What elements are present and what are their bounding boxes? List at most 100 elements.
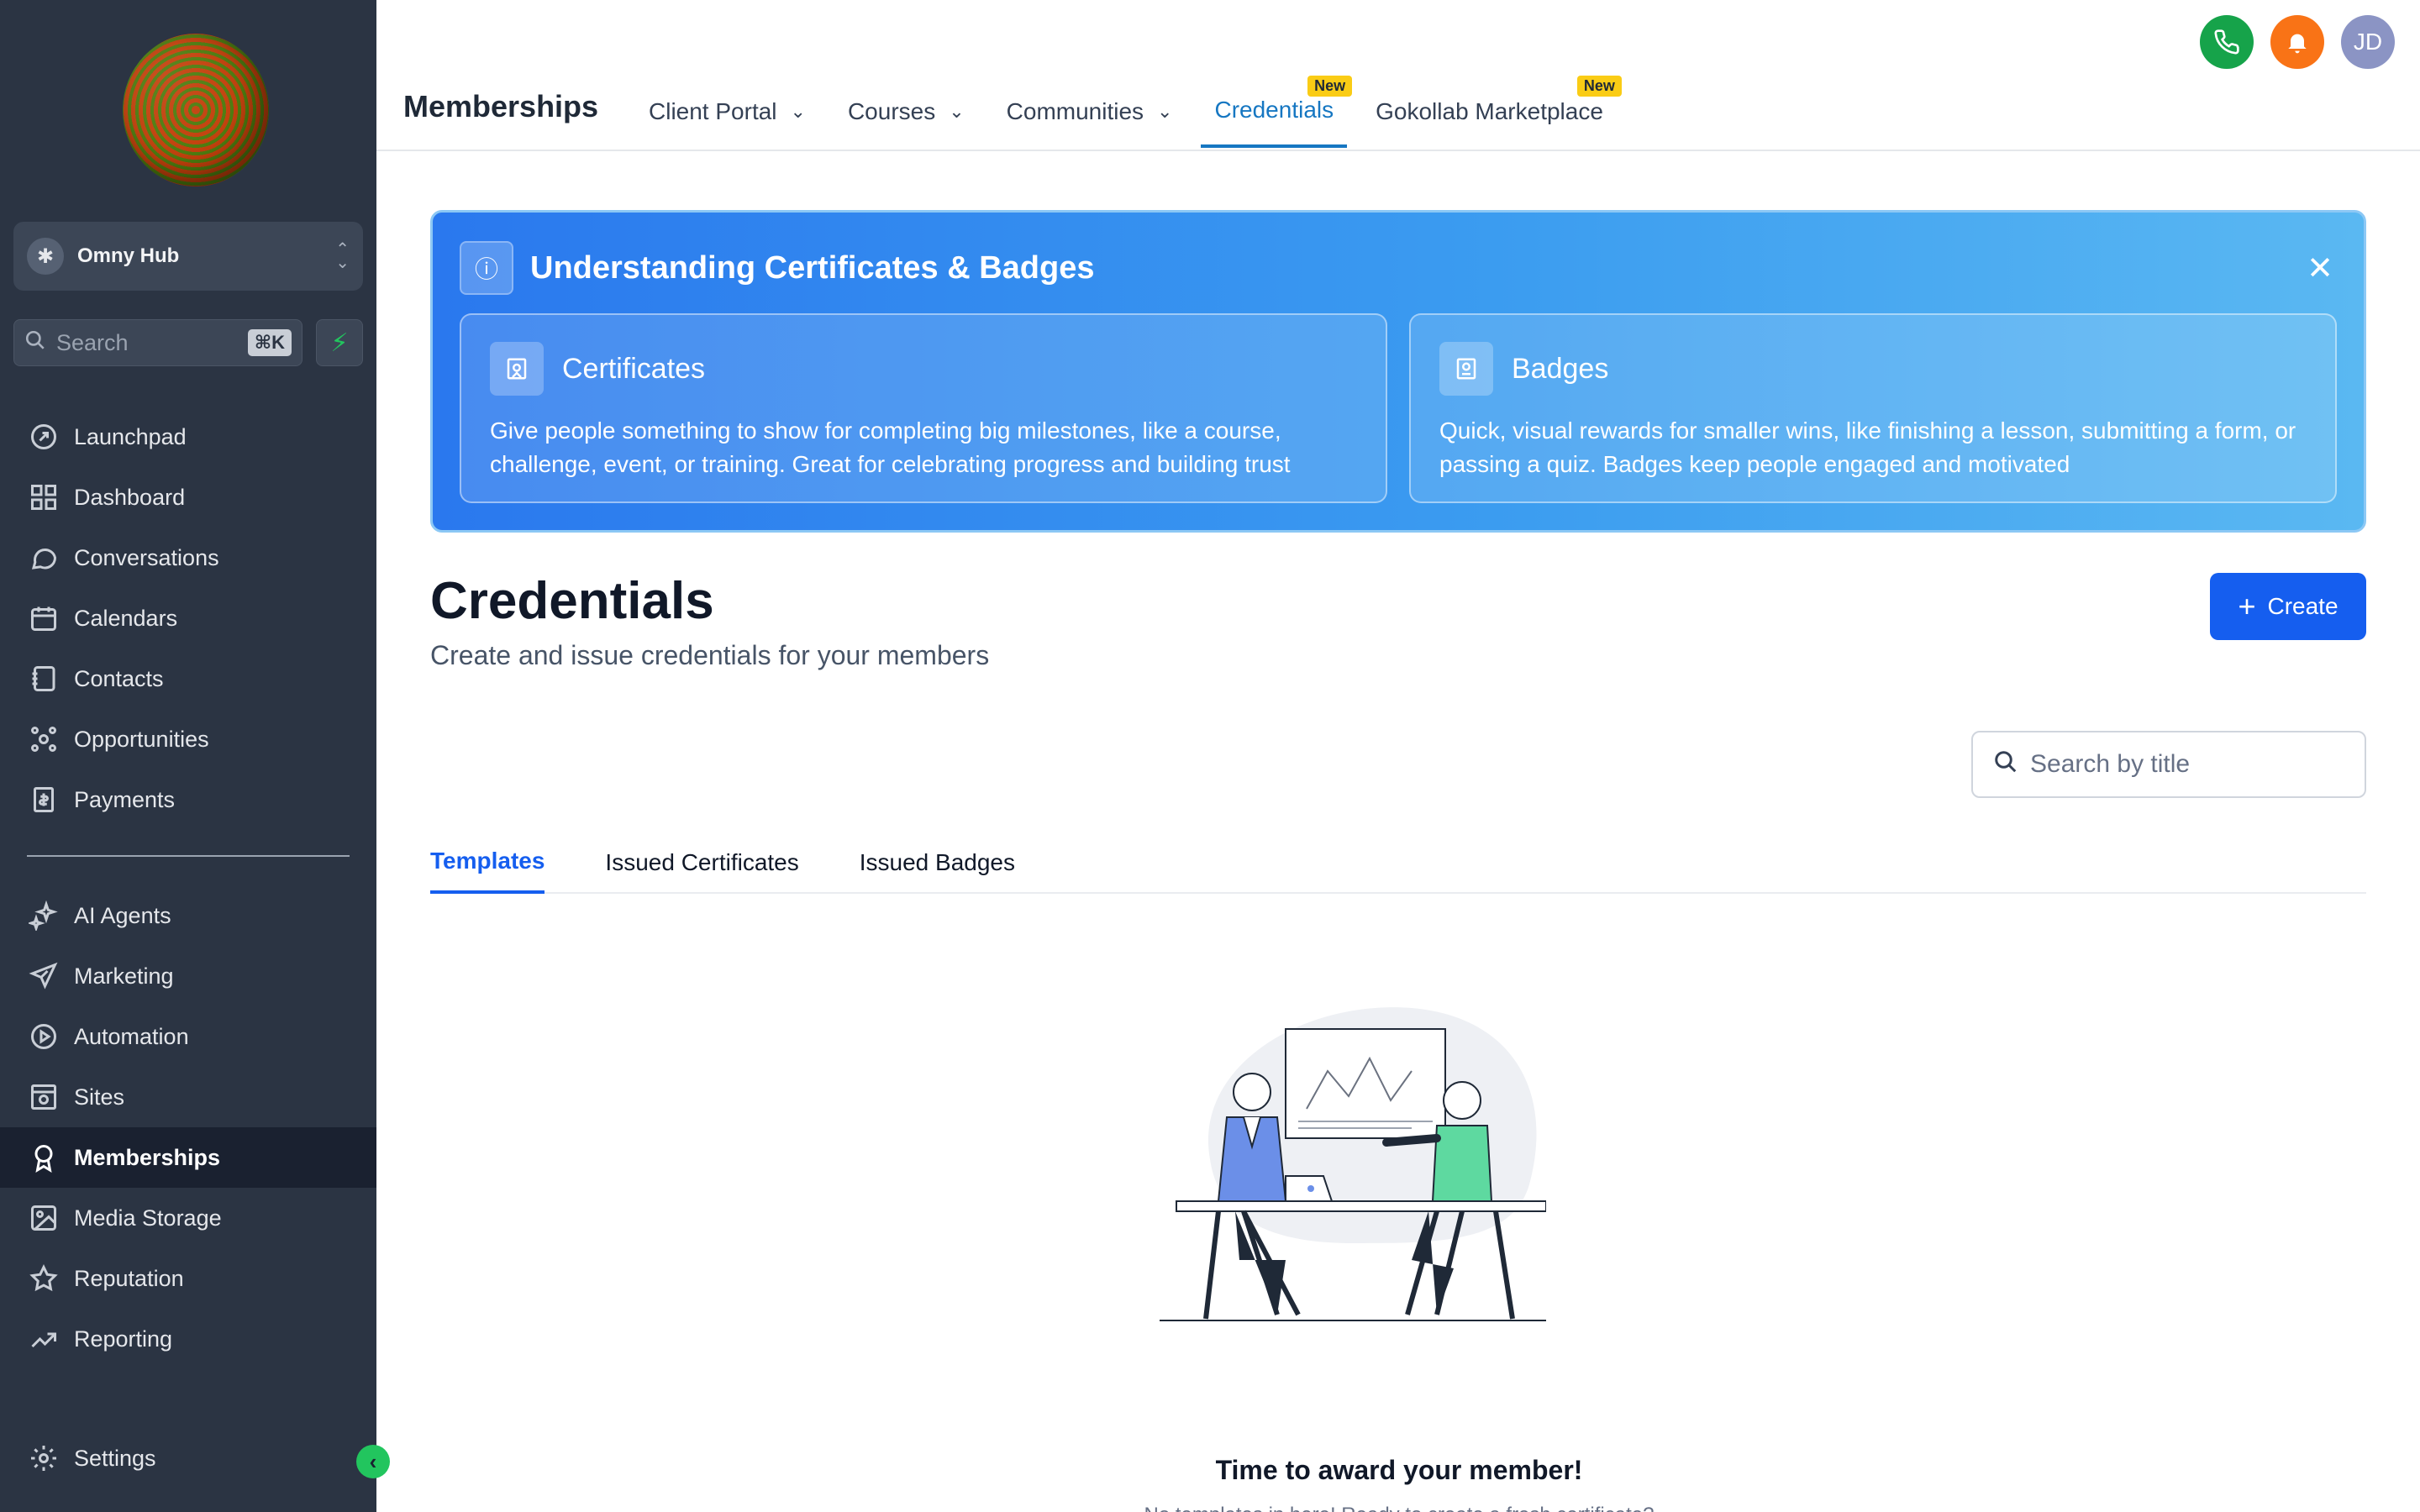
search-by-title-input[interactable]: Search by title	[1971, 731, 2366, 798]
sidebar-item-label: Opportunities	[74, 726, 209, 752]
chevron-down-icon: ⌄	[790, 101, 806, 122]
sidebar-item-label: Payments	[74, 786, 176, 812]
sidebar-settings-section: Settings	[0, 1428, 376, 1488]
tab-gokollab-marketplace[interactable]: Gokollab Marketplace New	[1362, 76, 1622, 148]
sidebar-nav-primary: Launchpad Dashboard Conversations Calend…	[0, 407, 376, 830]
tab-issued-badges[interactable]: Issued Badges	[860, 832, 1015, 894]
plus-icon: +	[2238, 589, 2256, 623]
sidebar-item-ai-agents[interactable]: AI Agents	[0, 885, 376, 946]
sites-icon	[27, 1080, 60, 1114]
chat-icon	[27, 541, 60, 575]
top-bar: Memberships Client Portal ⌄ Courses ⌄ Co…	[376, 0, 2420, 151]
calendar-icon	[27, 601, 60, 635]
chevron-left-icon: ‹	[369, 1448, 377, 1474]
tab-templates[interactable]: Templates	[430, 832, 545, 894]
new-badge: New	[1307, 76, 1353, 97]
tab-label: Courses	[847, 98, 936, 124]
sidebar-item-label: Media Storage	[74, 1205, 222, 1231]
tab-label: Credentials	[1214, 97, 1334, 123]
card-title: Badges	[1512, 352, 1609, 385]
trend-icon	[27, 1322, 60, 1356]
tab-issued-certificates[interactable]: Issued Certificates	[605, 832, 798, 894]
payments-icon	[27, 783, 60, 816]
tab-client-portal[interactable]: Client Portal ⌄	[635, 76, 819, 148]
card-description: Give people something to show for comple…	[490, 417, 1291, 477]
card-description: Quick, visual rewards for smaller wins, …	[1439, 417, 2296, 477]
sidebar-item-opportunities[interactable]: Opportunities	[0, 709, 376, 769]
launchpad-icon	[27, 420, 60, 454]
dashboard-icon	[27, 480, 60, 514]
sidebar-item-sites[interactable]: Sites	[0, 1067, 376, 1127]
sidebar-collapse-button[interactable]: ‹	[356, 1445, 390, 1478]
quick-actions-button[interactable]: ⚡	[316, 319, 363, 366]
brand-logo[interactable]	[123, 34, 269, 186]
star-icon	[27, 1262, 60, 1295]
sidebar-item-label: Settings	[74, 1445, 156, 1471]
account-avatar-icon: ✱	[27, 238, 64, 275]
sidebar-item-label: Calendars	[74, 605, 178, 631]
info-icon: ⓘ	[460, 241, 513, 295]
chevron-updown-icon: ⌃ ⌄	[335, 240, 350, 272]
sidebar-item-reporting[interactable]: Reporting	[0, 1309, 376, 1369]
top-actions: JD	[2200, 15, 2395, 69]
page-section-title: Memberships	[403, 89, 599, 123]
image-icon	[27, 1201, 60, 1235]
send-icon	[27, 959, 60, 993]
sidebar-item-dashboard[interactable]: Dashboard	[0, 467, 376, 528]
account-switcher[interactable]: ✱ Omny Hub ⌃ ⌄	[13, 222, 363, 291]
notifications-button[interactable]	[2270, 15, 2324, 69]
tab-credentials[interactable]: Credentials New	[1201, 76, 1353, 148]
sidebar-item-settings[interactable]: Settings	[0, 1428, 376, 1488]
create-button-label: Create	[2267, 593, 2338, 619]
bolt-icon: ⚡	[330, 328, 349, 357]
bell-icon	[2288, 34, 2307, 54]
chevron-down-icon: ⌄	[949, 101, 965, 122]
sidebar-divider	[27, 855, 350, 857]
close-banner-button[interactable]: ✕	[2307, 249, 2333, 287]
gear-icon	[27, 1441, 60, 1475]
tab-communities[interactable]: Communities ⌄	[993, 76, 1186, 148]
sidebar-item-reputation[interactable]: Reputation	[0, 1248, 376, 1309]
sidebar-item-launchpad[interactable]: Launchpad	[0, 407, 376, 467]
new-badge: New	[1576, 76, 1622, 97]
contacts-icon	[27, 662, 60, 696]
sidebar-item-label: AI Agents	[74, 902, 171, 928]
sidebar: ✱ Omny Hub ⌃ ⌄ Search ⌘K ⚡ Launchpad Dash…	[0, 0, 376, 1512]
tab-label: Gokollab Marketplace	[1376, 98, 1603, 124]
banner-header: ⓘ Understanding Certificates & Badges	[460, 241, 1094, 295]
account-name: Omny Hub	[77, 244, 180, 267]
sidebar-item-marketing[interactable]: Marketing	[0, 946, 376, 1006]
chevron-down-icon: ⌄	[1157, 101, 1173, 122]
search-placeholder: Search by title	[2030, 750, 2191, 778]
sidebar-item-conversations[interactable]: Conversations	[0, 528, 376, 588]
sidebar-item-calendars[interactable]: Calendars	[0, 588, 376, 648]
sidebar-search[interactable]: Search ⌘K	[13, 319, 302, 366]
banner-title: Understanding Certificates & Badges	[530, 249, 1095, 286]
create-button[interactable]: + Create	[2210, 573, 2366, 640]
empty-state-subtitle: No templates in here! Ready to create a …	[924, 1504, 1874, 1512]
page-title: Credentials	[430, 572, 714, 630]
badges-info-card: Badges Quick, visual rewards for smaller…	[1409, 313, 2337, 503]
sidebar-search-placeholder: Search	[56, 329, 129, 355]
tab-courses[interactable]: Courses ⌄	[834, 76, 978, 148]
user-avatar[interactable]: JD	[2341, 15, 2395, 69]
sidebar-item-label: Conversations	[74, 544, 219, 570]
sparkle-icon	[27, 899, 60, 932]
card-title: Certificates	[562, 352, 706, 385]
search-icon	[1993, 749, 2018, 780]
sidebar-item-memberships[interactable]: Memberships	[0, 1127, 376, 1188]
sidebar-item-payments[interactable]: Payments	[0, 769, 376, 830]
award-icon	[27, 1141, 60, 1174]
empty-state-illustration	[1160, 1007, 1546, 1321]
top-tabs: Client Portal ⌄ Courses ⌄ Communities ⌄ …	[635, 76, 1632, 151]
tab-label: Client Portal	[649, 98, 777, 124]
sidebar-item-contacts[interactable]: Contacts	[0, 648, 376, 709]
phone-button[interactable]	[2200, 15, 2254, 69]
sidebar-item-label: Launchpad	[74, 423, 187, 449]
sidebar-item-automation[interactable]: Automation	[0, 1006, 376, 1067]
phone-icon	[2214, 29, 2239, 55]
sidebar-item-media-storage[interactable]: Media Storage	[0, 1188, 376, 1248]
certificates-info-card: Certificates Give people something to sh…	[460, 313, 1387, 503]
certificate-icon	[490, 342, 544, 396]
sidebar-item-label: Automation	[74, 1023, 189, 1049]
